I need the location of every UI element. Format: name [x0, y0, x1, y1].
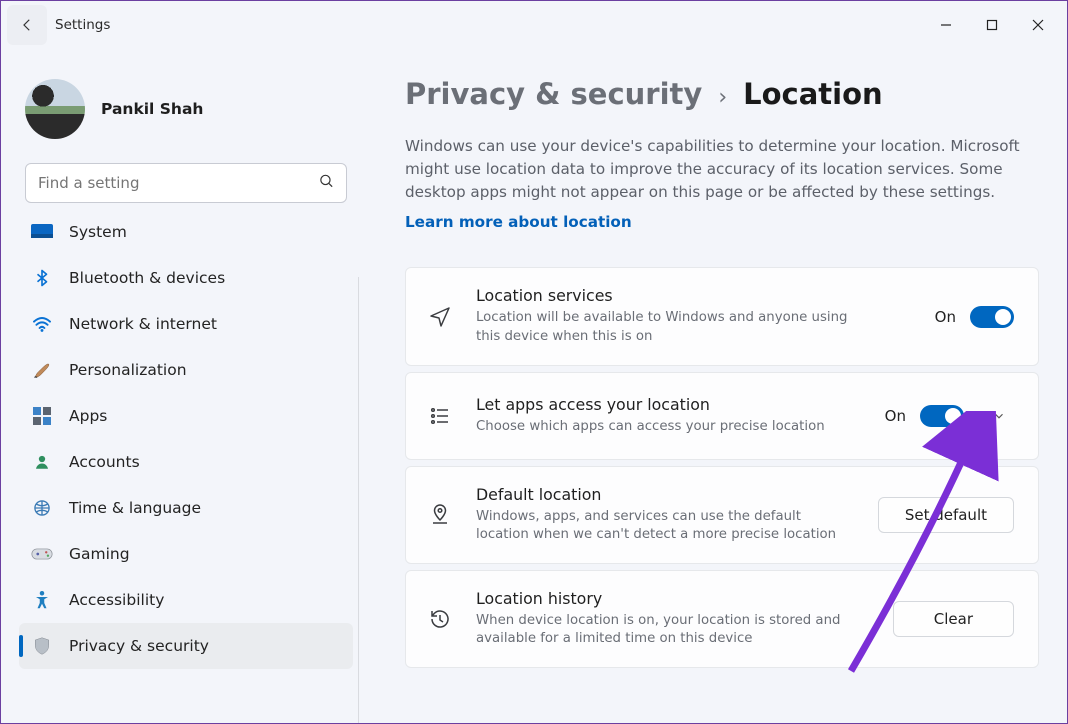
system-icon: [31, 221, 53, 243]
sidebar-item-label: Apps: [69, 407, 107, 425]
maximize-button[interactable]: [969, 5, 1015, 45]
person-icon: [31, 451, 53, 473]
chevron-right-icon: ›: [716, 85, 729, 110]
card-default-location: Default location Windows, apps, and serv…: [405, 466, 1039, 564]
chevron-down-icon: [992, 409, 1006, 423]
wifi-icon: [31, 313, 53, 335]
back-button[interactable]: [7, 5, 47, 45]
gamepad-icon: [31, 543, 53, 565]
set-default-button[interactable]: Set default: [878, 497, 1014, 533]
learn-more-link[interactable]: Learn more about location: [405, 213, 1039, 231]
close-button[interactable]: [1015, 5, 1061, 45]
card-apps-access[interactable]: Let apps access your location Choose whi…: [405, 372, 1039, 460]
location-arrow-icon: [426, 305, 454, 329]
sidebar-item-label: Bluetooth & devices: [69, 269, 225, 287]
clear-button[interactable]: Clear: [893, 601, 1014, 637]
list-settings-icon: [426, 404, 454, 428]
page-title: Location: [743, 77, 883, 111]
arrow-left-icon: [18, 16, 36, 34]
sidebar-item-personalization[interactable]: Personalization: [19, 347, 353, 393]
paintbrush-icon: [31, 359, 53, 381]
history-icon: [426, 607, 454, 631]
sidebar-item-apps[interactable]: Apps: [19, 393, 353, 439]
globe-clock-icon: [31, 497, 53, 519]
location-services-toggle[interactable]: [970, 306, 1014, 328]
shield-icon: [31, 635, 53, 657]
avatar: [25, 79, 85, 139]
sidebar-item-accounts[interactable]: Accounts: [19, 439, 353, 485]
settings-cards: Location services Location will be avail…: [405, 267, 1039, 668]
maximize-icon: [986, 19, 998, 31]
close-icon: [1032, 19, 1044, 31]
sidebar-item-label: Accounts: [69, 453, 140, 471]
sidebar-item-label: Personalization: [69, 361, 187, 379]
sidebar-item-privacy-security[interactable]: Privacy & security: [19, 623, 353, 669]
search-wrap: [25, 163, 347, 203]
minimize-button[interactable]: [923, 5, 969, 45]
nav: System Bluetooth & devices Network & int…: [19, 217, 353, 723]
window-controls: [923, 5, 1061, 45]
sidebar-item-label: Accessibility: [69, 591, 164, 609]
card-location-history: Location history When device location is…: [405, 570, 1039, 668]
breadcrumb-parent[interactable]: Privacy & security: [405, 77, 702, 111]
map-pin-icon: [426, 503, 454, 527]
expand-button[interactable]: [984, 401, 1014, 431]
toggle-state: On: [885, 407, 906, 425]
search-icon: [318, 173, 335, 194]
apps-icon: [31, 405, 53, 427]
card-subtitle: Windows, apps, and services can use the …: [476, 508, 856, 545]
sidebar-item-gaming[interactable]: Gaming: [19, 531, 353, 577]
minimize-icon: [940, 19, 952, 31]
app-title: Settings: [55, 17, 110, 33]
user-profile[interactable]: Pankil Shah: [19, 61, 353, 163]
sidebar-item-bluetooth[interactable]: Bluetooth & devices: [19, 255, 353, 301]
sidebar-item-time-language[interactable]: Time & language: [19, 485, 353, 531]
card-title: Let apps access your location: [476, 395, 863, 414]
user-name: Pankil Shah: [101, 100, 203, 118]
sidebar-item-label: Privacy & security: [69, 637, 209, 655]
card-subtitle: Location will be available to Windows an…: [476, 309, 856, 346]
page-description: Windows can use your device's capabiliti…: [405, 135, 1039, 203]
sidebar-item-label: System: [69, 223, 127, 241]
card-title: Location history: [476, 589, 871, 608]
sidebar: Pankil Shah System Bluetooth & devices N…: [1, 49, 361, 723]
sidebar-item-label: Time & language: [69, 499, 201, 517]
card-subtitle: When device location is on, your locatio…: [476, 612, 856, 649]
sidebar-item-system[interactable]: System: [19, 217, 353, 255]
card-location-services[interactable]: Location services Location will be avail…: [405, 267, 1039, 365]
toggle-state: On: [935, 308, 956, 326]
card-subtitle: Choose which apps can access your precis…: [476, 418, 856, 437]
sidebar-item-network[interactable]: Network & internet: [19, 301, 353, 347]
titlebar: Settings: [1, 1, 1067, 49]
sidebar-item-accessibility[interactable]: Accessibility: [19, 577, 353, 623]
content: Privacy & security › Location Windows ca…: [361, 49, 1067, 723]
breadcrumb: Privacy & security › Location: [405, 77, 1039, 111]
apps-access-toggle[interactable]: [920, 405, 964, 427]
search-input[interactable]: [25, 163, 347, 203]
card-title: Default location: [476, 485, 856, 504]
sidebar-item-label: Gaming: [69, 545, 130, 563]
nav-divider: [358, 277, 359, 723]
accessibility-icon: [31, 589, 53, 611]
bluetooth-icon: [31, 267, 53, 289]
card-title: Location services: [476, 286, 913, 305]
sidebar-item-label: Network & internet: [69, 315, 217, 333]
